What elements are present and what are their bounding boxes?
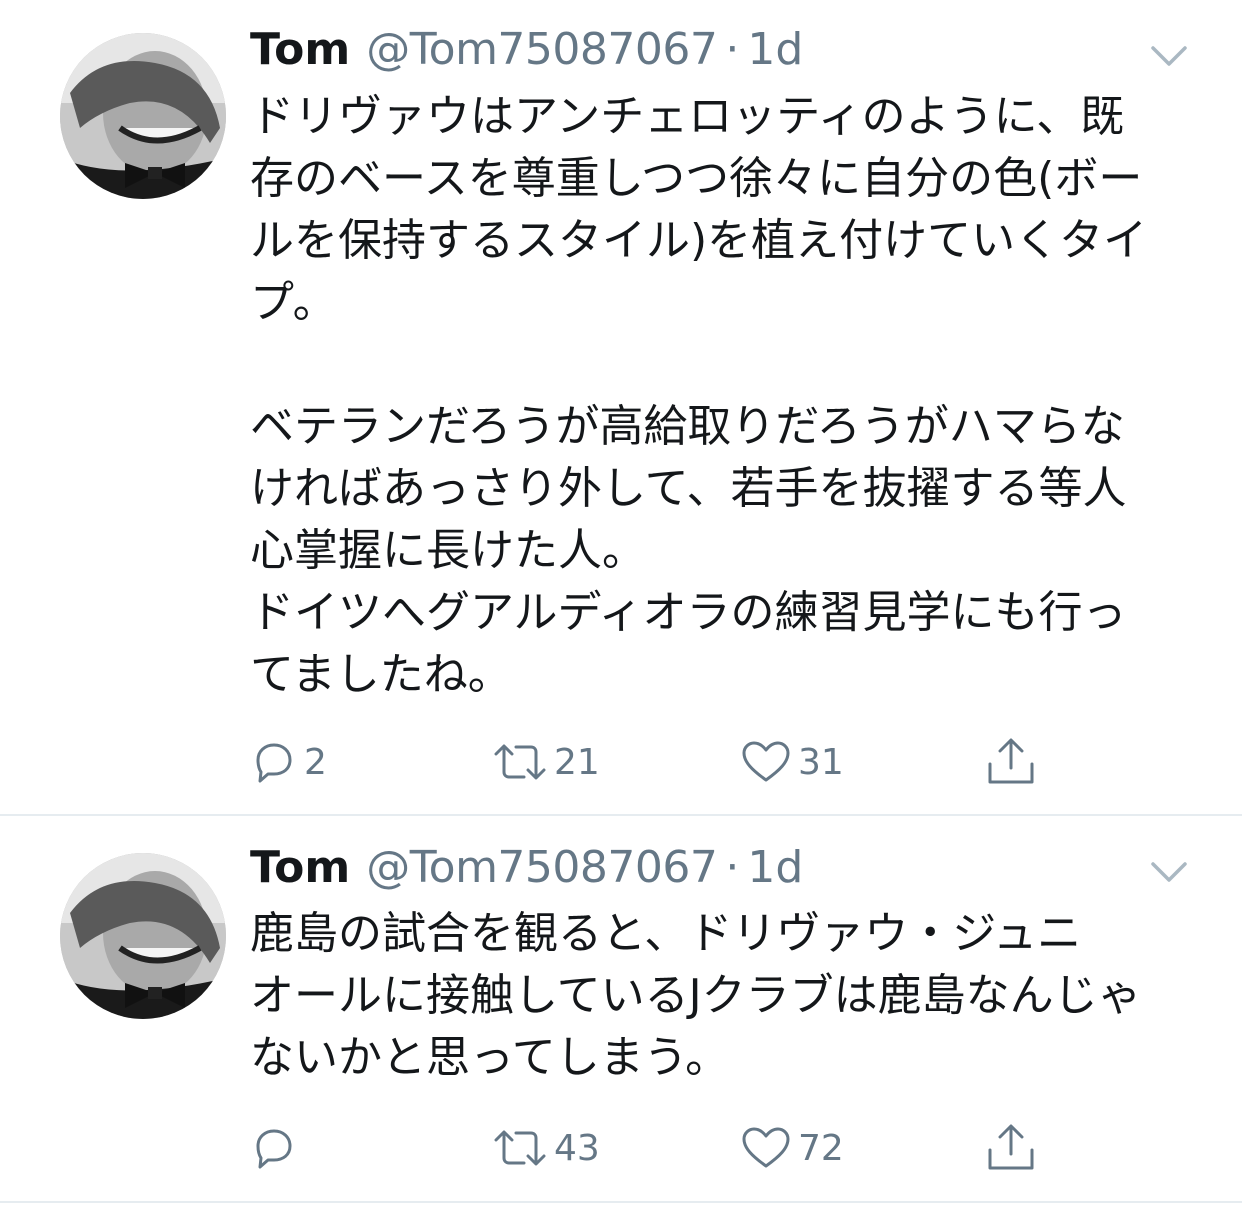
avatar[interactable] <box>60 853 226 1019</box>
tweet-text-line: オールに接触しているJクラブは鹿島なんじゃ <box>250 970 1142 1021</box>
tweet-text-line: ドイツへグアルディオラの練習見学にも行っ <box>250 587 1127 638</box>
tweet-text-line: 鹿島の試合を観ると、ドリヴァウ・ジュニ <box>250 908 1082 959</box>
timestamp[interactable]: 1d <box>747 842 803 893</box>
tweet-text-line: プ。 <box>250 277 337 328</box>
timestamp[interactable]: 1d <box>747 24 803 75</box>
share-icon <box>988 738 1034 784</box>
tweet-text-line: ベテランだろうが高給取りだろうがハマらな <box>250 401 1125 452</box>
share-button[interactable] <box>986 1118 1036 1178</box>
chevron-down-icon[interactable] <box>1150 860 1188 884</box>
like-button[interactable]: 31 <box>740 732 844 792</box>
reply-count: 2 <box>304 741 327 783</box>
reply-button[interactable] <box>250 1118 304 1178</box>
user-handle[interactable]: @Tom75087067 <box>366 842 718 893</box>
chevron-down-icon[interactable] <box>1150 44 1188 68</box>
tweet-text: 鹿島の試合を観ると、ドリヴァウ・ジュニ オールに接触しているJクラブは鹿島なんじ… <box>250 903 1180 1089</box>
share-button[interactable] <box>986 732 1036 792</box>
tweet-text-line: 心掌握に長けた人。 <box>250 525 646 576</box>
heart-icon <box>742 1127 790 1168</box>
reply-icon <box>256 1129 292 1169</box>
tweet-text-line: ないかと思ってしまう。 <box>250 1032 730 1083</box>
display-name[interactable]: Tom <box>250 24 350 75</box>
heart-icon <box>742 741 790 782</box>
avatar-photo <box>60 33 226 199</box>
tweet-text-line: ければあっさり外して、若手を抜擢する等人 <box>250 463 1127 514</box>
reply-button[interactable]: 2 <box>250 732 327 792</box>
share-icon <box>988 1124 1034 1170</box>
tweet-divider <box>0 1201 1242 1203</box>
retweet-count: 43 <box>554 1127 600 1169</box>
like-count: 31 <box>798 741 844 783</box>
avatar-photo <box>60 853 226 1019</box>
tweet-text-line: 存のベースを尊重しつつ徐々に自分の色(ボー <box>250 153 1143 204</box>
like-count: 72 <box>798 1127 844 1169</box>
tweet-text-line: てましたね。 <box>250 649 512 700</box>
user-handle[interactable]: @Tom75087067 <box>366 24 718 75</box>
retweet-button[interactable]: 21 <box>492 732 600 792</box>
reply-icon <box>256 743 292 783</box>
retweet-icon <box>494 744 546 780</box>
like-button[interactable]: 72 <box>740 1118 844 1178</box>
tweet-text-line: ドリヴァウはアンチェロッティのように、既 <box>250 91 1125 142</box>
retweet-button[interactable]: 43 <box>492 1118 600 1178</box>
retweet-count: 21 <box>554 741 600 783</box>
tweet-header: Tom @Tom75087067 · 1d <box>250 842 803 902</box>
avatar[interactable] <box>60 33 226 199</box>
separator-dot: · <box>725 842 740 893</box>
retweet-icon <box>494 1130 546 1166</box>
tweet-text: ドリヴァウはアンチェロッティのように、既 存のベースを尊重しつつ徐々に自分の色(… <box>250 86 1180 706</box>
tweet-1[interactable]: Tom @Tom75087067 · 1d ドリヴァウはアンチェロッティのように… <box>0 0 1242 816</box>
tweet-actions: 43 72 <box>0 1118 1242 1178</box>
tweet-actions: 2 21 31 <box>0 732 1242 792</box>
tweet-2[interactable]: Tom @Tom75087067 · 1d 鹿島の試合を観ると、ドリヴァウ・ジュ… <box>0 816 1242 1203</box>
display-name[interactable]: Tom <box>250 842 350 893</box>
tweet-header: Tom @Tom75087067 · 1d <box>250 24 803 84</box>
separator-dot: · <box>725 24 740 75</box>
tweet-text-line: ルを保持するスタイル)を植え付けていくタイ <box>250 215 1148 266</box>
